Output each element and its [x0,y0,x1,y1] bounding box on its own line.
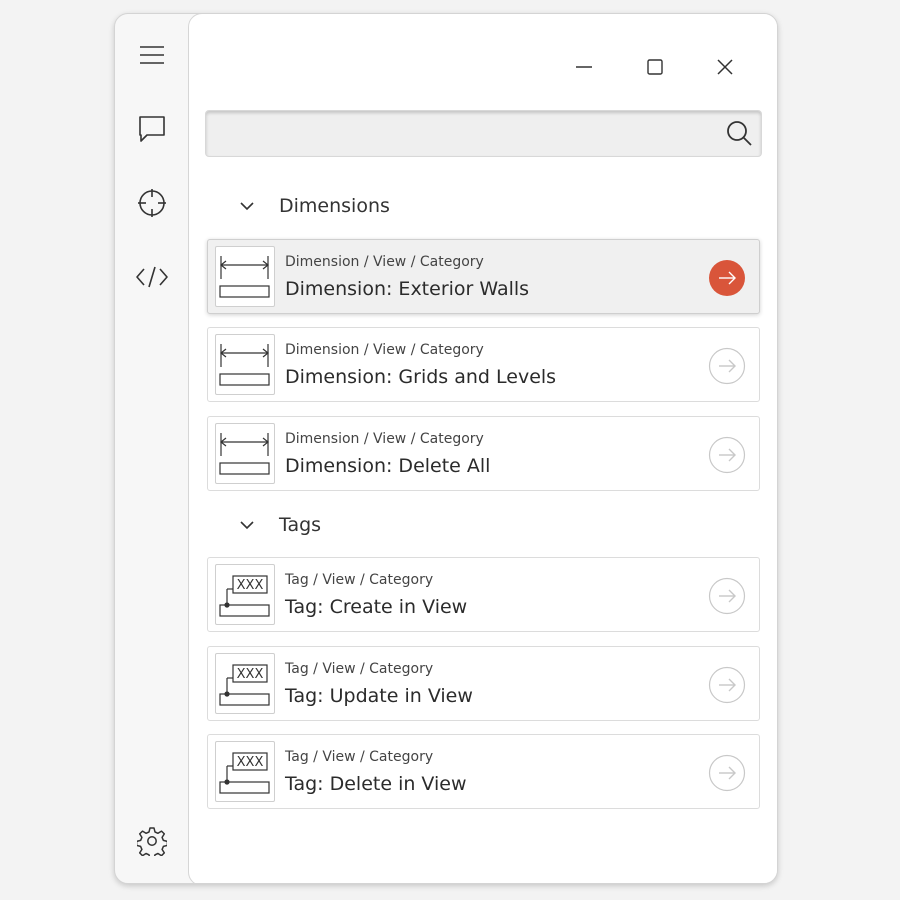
minimize-button[interactable] [564,47,604,87]
run-arrow-icon[interactable] [708,259,746,297]
run-arrow-icon[interactable] [708,666,746,704]
hamburger-menu-icon[interactable] [133,36,171,74]
item-title: Tag: Create in View [285,596,468,618]
maximize-button[interactable] [635,47,675,87]
dimension-thumbnail-icon [215,334,275,395]
crosshair-icon[interactable] [133,184,171,222]
group-title: Dimensions [279,195,390,217]
item-breadcrumb: Tag / View / Category [285,661,434,677]
run-arrow-icon[interactable] [708,436,746,474]
code-icon[interactable] [133,258,171,296]
tag-thumbnail-icon: XXX [215,741,275,802]
close-button[interactable] [705,47,745,87]
run-arrow-icon[interactable] [708,577,746,615]
list-item-tag-update-in-view[interactable]: XXX Tag / View / Category Tag: Update in… [207,646,760,721]
chevron-down-icon [240,202,254,211]
group-header-dimensions[interactable]: Dimensions [237,191,390,221]
tag-thumbnail-icon: XXX [215,564,275,625]
list-item-dimension-delete-all[interactable]: Dimension / View / Category Dimension: D… [207,416,760,491]
run-arrow-icon[interactable] [708,754,746,792]
list-item-dimension-exterior-walls[interactable]: Dimension / View / Category Dimension: E… [207,239,760,314]
item-breadcrumb: Dimension / View / Category [285,431,484,447]
tag-thumb-text: XXX [237,755,264,770]
list-item-tag-delete-in-view[interactable]: XXX Tag / View / Category Tag: Delete in… [207,734,760,809]
tag-thumbnail-icon: XXX [215,653,275,714]
group-header-tags[interactable]: Tags [237,510,321,540]
search-input[interactable] [216,117,720,151]
app-window: Dimensions Dimension / View / Category D… [114,13,778,884]
dimension-thumbnail-icon [215,246,275,307]
run-arrow-icon[interactable] [708,347,746,385]
list-item-tag-create-in-view[interactable]: XXX Tag / View / Category Tag: Create in… [207,557,760,632]
item-title: Dimension: Delete All [285,455,491,477]
maximize-icon [647,59,663,75]
item-breadcrumb: Dimension / View / Category [285,254,484,270]
close-icon [717,59,733,75]
main-panel: Dimensions Dimension / View / Category D… [188,14,777,883]
minimize-icon [576,66,592,68]
item-title: Tag: Update in View [285,685,473,707]
item-title: Dimension: Grids and Levels [285,366,557,388]
gear-icon[interactable] [133,822,171,860]
dimension-thumbnail-icon [215,423,275,484]
chat-icon[interactable] [133,110,171,148]
item-breadcrumb: Tag / View / Category [285,572,434,588]
search-box [205,110,762,157]
group-title: Tags [279,514,322,536]
chevron-down-icon [240,521,254,530]
search-icon[interactable] [725,119,753,147]
tag-thumb-text: XXX [237,578,264,593]
side-rail [115,14,188,883]
list-item-dimension-grids-and-levels[interactable]: Dimension / View / Category Dimension: G… [207,327,760,402]
item-title: Tag: Delete in View [285,773,467,795]
item-breadcrumb: Tag / View / Category [285,749,434,765]
item-title: Dimension: Exterior Walls [285,278,530,300]
tag-thumb-text: XXX [237,667,264,682]
item-breadcrumb: Dimension / View / Category [285,342,484,358]
